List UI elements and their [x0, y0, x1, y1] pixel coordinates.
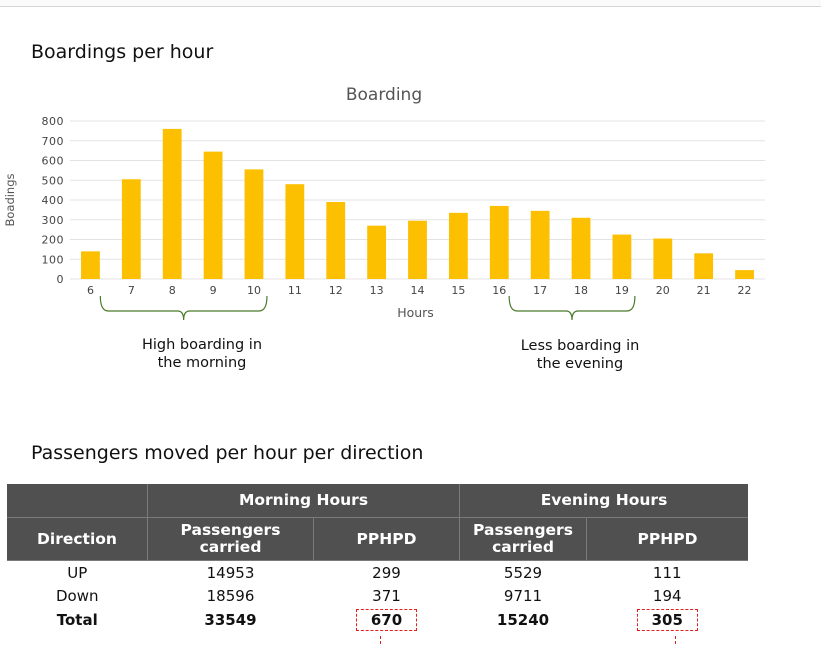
bar — [326, 201, 346, 279]
header-evening-pphpd: PPHPD — [586, 517, 748, 561]
section-title-pphpd: Passengers moved per hour per direction … — [31, 442, 424, 466]
bracket-evening — [508, 295, 636, 321]
y-tick-label: 800 — [42, 115, 65, 128]
cell: UP — [67, 563, 88, 582]
header-morning-hours: Morning Hours — [147, 484, 460, 518]
x-axis-label: Hours — [397, 305, 434, 320]
table-header-group-row: Morning Hours Evening Hours — [7, 484, 748, 518]
chart-title: Boarding — [346, 85, 422, 105]
cell: 5529 — [503, 563, 543, 582]
y-axis-label: Boadings — [3, 173, 17, 226]
bar — [81, 251, 100, 279]
header-direction: Direction — [7, 517, 148, 561]
annotation-evening-line2: the evening — [536, 356, 624, 372]
bar — [735, 270, 754, 279]
y-tick-label: 600 — [42, 155, 65, 168]
cell-total-morning-pphpd: 670 — [314, 607, 460, 632]
x-tick-label: 13 — [370, 284, 384, 297]
bracket-morning — [99, 295, 268, 321]
bar — [530, 210, 550, 279]
cell-total-label: Total — [56, 610, 98, 629]
x-tick-label: 22 — [738, 284, 752, 297]
cell: 18596 — [206, 586, 255, 605]
header-evening-hours: Evening Hours — [459, 484, 748, 518]
x-tick-label: 11 — [288, 284, 302, 297]
cell: 299 — [372, 563, 401, 582]
annotation-morning-line1: High boarding in — [141, 337, 263, 353]
x-tick-label: 14 — [411, 284, 425, 297]
header-empty — [7, 484, 148, 518]
annotation-evening: Less boarding in the evening — [500, 337, 660, 373]
highlight-evening-pphpd: 305 — [636, 608, 698, 631]
bar — [203, 151, 223, 279]
bar — [571, 217, 591, 279]
section-title-boardings: Boardings per hour — [31, 41, 214, 63]
annotation-morning: High boarding in the morning — [122, 336, 282, 372]
cell: 194 — [652, 586, 682, 605]
cell-total-evening-pphpd: 305 — [587, 607, 749, 632]
bar — [121, 179, 141, 279]
bar — [285, 184, 305, 279]
cell-total-morning-passengers: 33549 — [204, 610, 257, 629]
bar — [694, 253, 714, 279]
cell: Down — [55, 586, 99, 605]
cell: 371 — [372, 586, 401, 605]
x-tick-label: 8 — [169, 284, 176, 297]
cell-total-evening-passengers: 15240 — [496, 610, 550, 629]
annotation-morning-line2: the morning — [157, 355, 247, 371]
highlight-morning-pphpd: 670 — [355, 608, 418, 631]
y-tick-label: 400 — [42, 194, 65, 207]
y-tick-label: 100 — [42, 253, 65, 266]
bar — [653, 238, 673, 279]
y-tick-label: 500 — [42, 174, 65, 187]
y-tick-label: 700 — [42, 135, 65, 148]
bar — [448, 212, 468, 279]
header-evening-passengers: Passengers carried — [459, 517, 587, 561]
y-tick-label: 200 — [42, 234, 65, 247]
bar — [408, 220, 427, 279]
highlight-connector-morning — [380, 636, 381, 644]
x-tick-label: 21 — [697, 284, 711, 297]
bar — [162, 128, 182, 279]
table-row-total: Total 33549 670 15240 305 — [7, 607, 748, 632]
y-tick-label: 0 — [57, 273, 65, 286]
y-tick-label: 300 — [42, 214, 65, 227]
x-tick-label: 20 — [656, 284, 670, 297]
pphpd-table: Morning Hours Evening Hours Direction Pa… — [7, 484, 748, 632]
x-tick-label: 18 — [574, 284, 588, 297]
x-tick-label: 17 — [533, 284, 547, 297]
window-top-border — [0, 0, 821, 7]
x-tick-label: 6 — [87, 284, 94, 297]
x-tick-label: 9 — [210, 284, 217, 297]
table-row-up: UP 14953 299 5529 111 — [7, 561, 748, 585]
x-tick-label: 10 — [247, 284, 261, 297]
x-tick-label: 15 — [451, 284, 465, 297]
boarding-bar-chart: Boarding Boadings 0 100 200 300 400 500 600 700 80… — [3, 85, 765, 321]
cell: 14953 — [206, 563, 255, 582]
table-header-row: Direction Passengers carried PPHPD Passe… — [7, 517, 748, 561]
table-row-down: Down 18596 371 9711 194 — [7, 584, 748, 607]
x-tick-label: 7 — [128, 284, 135, 297]
x-tick-label: 19 — [615, 284, 629, 297]
annotation-evening-line1: Less boarding in — [520, 338, 640, 354]
bar — [244, 169, 264, 279]
cell: 111 — [652, 563, 682, 582]
bar — [612, 234, 632, 279]
x-tick-label: 16 — [492, 284, 506, 297]
header-morning-pphpd: PPHPD — [313, 517, 460, 561]
cell: 9711 — [503, 586, 543, 605]
x-tick-label: 12 — [329, 284, 343, 297]
bar — [489, 205, 509, 279]
bar — [367, 225, 387, 279]
highlight-connector-evening — [675, 636, 676, 644]
header-morning-passengers: Passengers carried — [147, 517, 314, 561]
